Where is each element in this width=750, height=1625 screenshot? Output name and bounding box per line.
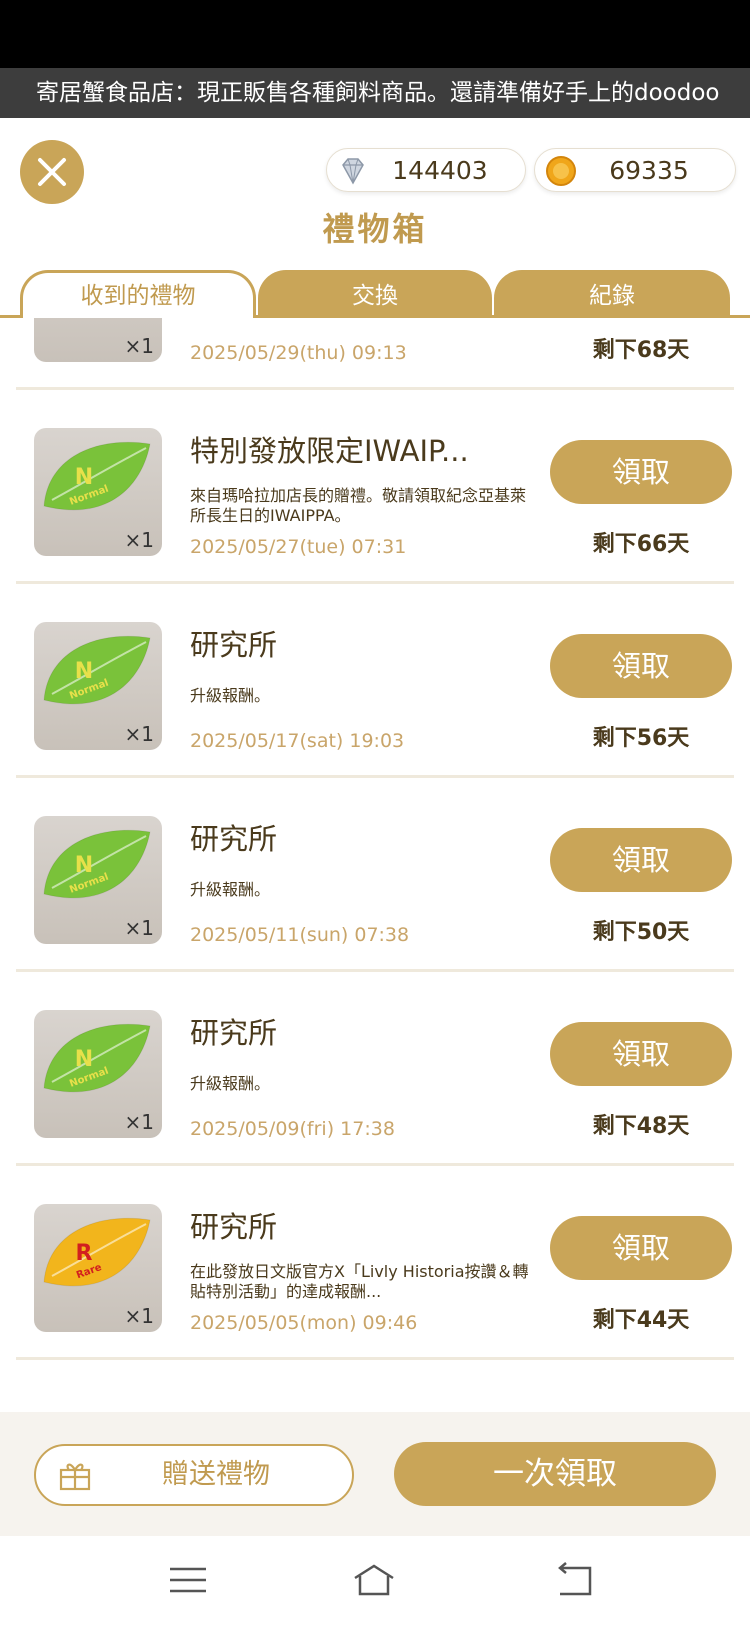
gift-icon xyxy=(59,1463,91,1491)
send-gift-button[interactable]: 贈送禮物 xyxy=(34,1444,354,1506)
home-icon[interactable] xyxy=(352,1562,396,1598)
gift-description: 升級報酬。 xyxy=(190,1074,271,1093)
gift-date: 2025/05/29(thu) 09:13 xyxy=(190,342,407,364)
tab-received-gifts[interactable]: 收到的禮物 xyxy=(20,270,256,318)
gift-row: N Normal ×1 研究所 升級報酬。 2025/05/29(thu) 09… xyxy=(16,318,734,390)
days-remaining: 剩下66天 xyxy=(592,532,690,557)
system-nav-bar xyxy=(0,1536,750,1625)
rarity-letter: R xyxy=(76,1241,93,1266)
gift-date: 2025/05/11(sun) 07:38 xyxy=(190,924,410,946)
gift-title: 特別發放限定IWAIP... xyxy=(190,434,469,468)
tab-records[interactable]: 紀錄 xyxy=(494,270,730,318)
days-remaining: 剩下48天 xyxy=(592,1114,690,1139)
send-gift-label: 贈送禮物 xyxy=(162,1459,270,1490)
gift-quantity: ×1 xyxy=(124,916,154,940)
coin-balance: 69335 xyxy=(534,148,736,192)
gift-thumbnail: N Normal ×1 xyxy=(34,318,162,362)
gift-date: 2025/05/09(fri) 17:38 xyxy=(190,1118,395,1140)
gift-quantity: ×1 xyxy=(124,528,154,552)
close-icon xyxy=(38,158,66,186)
gift-description: 升級報酬。 xyxy=(190,880,271,899)
gift-date: 2025/05/05(mon) 09:46 xyxy=(190,1312,418,1334)
days-remaining: 剩下44天 xyxy=(592,1308,690,1333)
gift-title: 研究所 xyxy=(190,1210,278,1244)
gift-thumbnail: N Normal ×1 xyxy=(34,622,162,750)
leaf-icon: N Normal xyxy=(43,1023,151,1093)
gift-list[interactable]: N Normal ×1 研究所 升級報酬。 2025/05/29(thu) 09… xyxy=(0,318,750,1412)
gift-box-header: 144403 69335 禮物箱 收到的禮物 交換 紀錄 xyxy=(0,118,750,318)
gift-description: 來自瑪哈拉加店長的贈禮。敬請領取紀念亞基萊所長生日的IWAIPPA。 xyxy=(190,486,527,525)
gift-title: 研究所 xyxy=(190,822,278,856)
coin-icon xyxy=(546,156,576,186)
gift-description: 升級報酬。 xyxy=(190,686,271,705)
gem-count: 144403 xyxy=(392,155,488,185)
gift-thumbnail: N Normal ×1 xyxy=(34,816,162,944)
gift-thumbnail: R Rare ×1 xyxy=(34,1204,162,1332)
gift-quantity: ×1 xyxy=(124,1304,154,1328)
claim-button[interactable]: 領取 xyxy=(550,1216,732,1280)
tab-exchange[interactable]: 交換 xyxy=(258,270,492,318)
gift-thumbnail: N Normal ×1 xyxy=(34,1010,162,1138)
rarity-letter: N xyxy=(75,853,93,878)
menu-icon[interactable] xyxy=(166,1562,210,1598)
gift-quantity: ×1 xyxy=(124,334,154,358)
gift-row: N Normal ×1 特別發放限定IWAIP... 來自瑪哈拉加店長的贈禮。敬… xyxy=(16,390,734,584)
claim-all-button[interactable]: 一次領取 xyxy=(394,1442,716,1506)
leaf-icon: N Normal xyxy=(38,318,156,332)
news-ticker: 寄居蟹食品店：現正販售各種飼料商品。還請準備好手上的doodoo xyxy=(0,68,750,118)
leaf-icon: N Normal xyxy=(43,441,151,511)
diamond-icon xyxy=(342,158,364,185)
gift-row: N Normal ×1 研究所 升級報酬。 2025/05/17(sat) 19… xyxy=(16,584,734,778)
gem-balance: 144403 xyxy=(326,148,526,192)
close-button[interactable] xyxy=(20,140,84,204)
leaf-icon: N Normal xyxy=(43,829,151,899)
days-remaining: 剩下50天 xyxy=(592,920,690,945)
tab-bar: 收到的禮物 交換 紀錄 xyxy=(0,270,750,318)
gift-date: 2025/05/27(tue) 07:31 xyxy=(190,536,407,558)
days-remaining: 剩下68天 xyxy=(592,338,690,363)
gift-description: 在此發放日文版官方X「Livly Historia按讚＆轉貼特別活動」的達成報酬… xyxy=(190,1262,529,1301)
gift-title: 研究所 xyxy=(190,1016,278,1050)
rarity-letter: N xyxy=(75,659,93,684)
claim-button[interactable]: 領取 xyxy=(550,440,732,504)
gift-row: R Rare ×1 研究所 在此發放日文版官方X「Livly Historia按… xyxy=(16,1166,734,1360)
status-bar xyxy=(0,0,750,68)
leaf-icon: R Rare xyxy=(43,1217,151,1287)
gift-date: 2025/05/17(sat) 19:03 xyxy=(190,730,405,752)
gift-title: 研究所 xyxy=(190,628,278,662)
footer-actions: 贈送禮物 一次領取 xyxy=(0,1412,750,1536)
rarity-letter: N xyxy=(75,1047,93,1072)
back-icon[interactable] xyxy=(552,1562,596,1598)
days-remaining: 剩下56天 xyxy=(592,726,690,751)
page-title: 禮物箱 xyxy=(322,210,428,248)
claim-button[interactable]: 領取 xyxy=(550,634,732,698)
gift-quantity: ×1 xyxy=(124,1110,154,1134)
gift-quantity: ×1 xyxy=(124,722,154,746)
gift-row: N Normal ×1 研究所 升級報酬。 2025/05/11(sun) 07… xyxy=(16,778,734,972)
leaf-icon: N Normal xyxy=(43,635,151,705)
claim-button[interactable]: 領取 xyxy=(550,828,732,892)
rarity-letter: N xyxy=(75,465,93,490)
coin-count: 69335 xyxy=(609,155,689,185)
claim-button[interactable]: 領取 xyxy=(550,1022,732,1086)
gift-row: N Normal ×1 研究所 升級報酬。 2025/05/09(fri) 17… xyxy=(16,972,734,1166)
gift-thumbnail: N Normal ×1 xyxy=(34,428,162,556)
